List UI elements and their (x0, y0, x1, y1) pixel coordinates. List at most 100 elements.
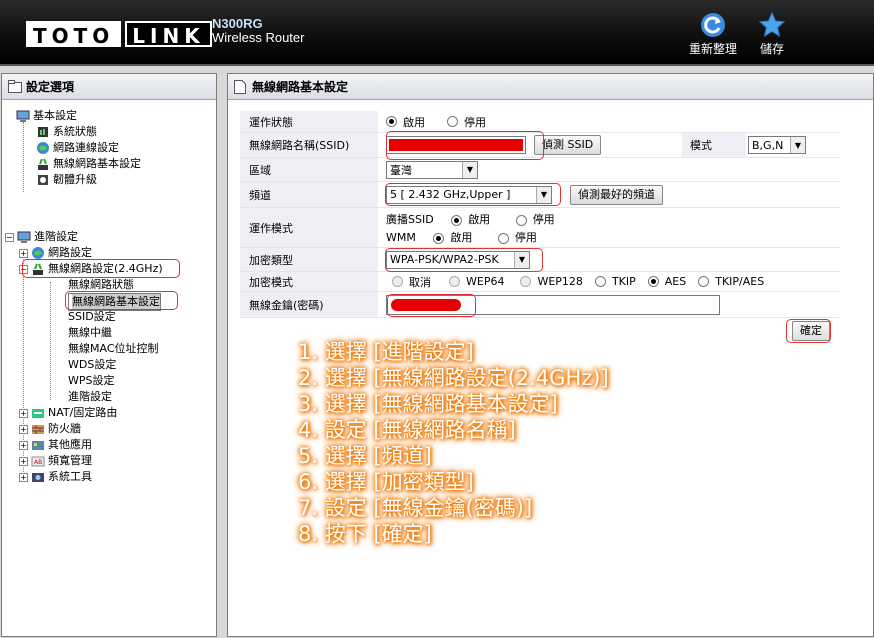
confirm-button[interactable]: 確定 (792, 321, 830, 341)
enc-wep128-radio[interactable] (520, 276, 532, 287)
settings-menu-title: 設定選項 (2, 74, 216, 100)
tree-item-wireless-status[interactable]: 無線網路狀態 (68, 277, 134, 293)
tree-item-other-apps[interactable]: + 其他應用 (19, 437, 92, 453)
channel-label: 頻道 (240, 182, 378, 207)
wmm-enable-radio[interactable] (433, 232, 445, 244)
region-select[interactable]: 臺灣 ▼ (386, 160, 478, 179)
globe-icon (32, 247, 44, 259)
chevron-down-icon: ▼ (462, 161, 477, 178)
status-icon (38, 127, 48, 137)
refresh-label: 重新整理 (688, 42, 737, 56)
channel-select[interactable]: 5 [ 2.432 GHz,Upper ] ▼ (386, 185, 552, 204)
expand-toggle-icon[interactable]: + (19, 440, 28, 450)
enc-type-controls: WPA-PSK/WPA2-PSK ▼ (386, 248, 530, 271)
tools-icon (32, 473, 44, 482)
instruction-step: 1. 選擇 [進階設定] (298, 340, 474, 364)
enc-cancel-radio[interactable] (392, 276, 403, 287)
tree-item-bandwidth[interactable]: + AB 頻寬管理 (19, 453, 92, 469)
detect-ssid-button[interactable]: 偵測 SSID (534, 135, 602, 155)
detect-best-channel-button[interactable]: 偵測最好的頻道 (570, 184, 663, 205)
tree-item-network-settings[interactable]: + 網路設定 (19, 245, 92, 261)
mode-label-cell: 模式 (682, 133, 746, 157)
tree-item-wireless-24ghz[interactable]: − 無線網路設定(2.4GHz) (19, 261, 163, 277)
wmm-disable-label: 停用 (514, 231, 537, 244)
tree-item-label: WDS設定 (68, 358, 117, 371)
tree-item-wds[interactable]: WDS設定 (68, 357, 116, 373)
row-region: 區域 臺灣 ▼ (240, 158, 840, 182)
chevron-down-icon: ▼ (536, 186, 551, 203)
expand-toggle-icon[interactable]: + (19, 408, 28, 418)
settings-menu-panel: 設定選項 基本設定 系統狀態 網路連線設定 無線網路基本設定 韌體升級 − 進階… (1, 73, 217, 637)
enc-type-select[interactable]: WPA-PSK/WPA2-PSK ▼ (386, 250, 530, 269)
tree-item-label: 無線網路基本設定 (72, 294, 160, 310)
refresh-button[interactable]: 重新整理 (684, 12, 742, 57)
op-mode-controls: 廣播SSID 啟用 停用 WMM 啟用 停用 (386, 211, 555, 247)
tree-item-label: 無線中繼 (68, 326, 112, 339)
key-input[interactable] (386, 294, 720, 315)
tree-item-label: 無線網路設定(2.4GHz) (48, 262, 163, 275)
wmm-enable-label: 啟用 (450, 231, 473, 244)
status-label: 運作狀態 (240, 111, 378, 132)
broadcast-enable-radio[interactable] (451, 214, 463, 226)
enc-tkip-radio[interactable] (594, 276, 606, 287)
tree-item-label: 防火牆 (48, 422, 81, 435)
instruction-step: 7. 設定 [無線金鑰(密碼)] (298, 496, 533, 520)
expand-toggle-icon[interactable]: + (19, 248, 28, 258)
expand-toggle-icon[interactable]: + (19, 424, 28, 434)
status-disable-label: 停用 (464, 115, 486, 129)
globe-icon (37, 142, 49, 154)
status-disable-radio[interactable] (447, 116, 458, 127)
tree-item-network-connection[interactable]: 網路連線設定 (36, 140, 119, 156)
collapse-toggle-icon[interactable]: − (19, 264, 28, 274)
enc-wep64-radio[interactable] (449, 276, 460, 287)
tree-item-label: 無線網路狀態 (68, 278, 134, 291)
bandwidth-icon: AB (31, 456, 45, 467)
mode-select[interactable]: B,G,N ▼ (748, 136, 806, 154)
tree-item-nat[interactable]: + NAT/固定路由 (19, 405, 117, 421)
model-subtitle: Wireless Router (212, 30, 305, 45)
instruction-step: 3. 選擇 [無線網路基本設定] (298, 392, 558, 416)
ssid-input[interactable] (386, 136, 526, 154)
mode-select-value: B,G,N (752, 138, 784, 152)
tree-item-system-status[interactable]: 系統狀態 (36, 124, 97, 140)
broadcast-disable-radio[interactable] (515, 214, 527, 226)
refresh-icon (701, 13, 725, 37)
brand-logo-left: TOTO (26, 21, 122, 48)
status-enable-radio[interactable] (386, 116, 397, 127)
row-channel: 頻道 5 [ 2.432 GHz,Upper ] ▼ 偵測最好的頻道 (240, 182, 840, 208)
enc-tkip-label: TKIP (611, 275, 636, 288)
wmm-disable-radio[interactable] (497, 232, 509, 244)
tree-item-basic[interactable]: 基本設定 (16, 108, 77, 124)
expand-toggle-icon[interactable]: + (19, 472, 28, 482)
tree-item-wireless-advanced[interactable]: 進階設定 (68, 389, 112, 405)
tree-item-ssid-settings[interactable]: SSID設定 (68, 309, 116, 325)
enc-tkipaes-radio[interactable] (698, 276, 710, 287)
tree-item-firmware-upgrade[interactable]: 韌體升級 (36, 172, 97, 188)
wireless-icon (33, 263, 43, 275)
tree-item-wireless-basic-quick[interactable]: 無線網路基本設定 (36, 156, 141, 172)
chevron-down-icon: ▼ (790, 137, 805, 153)
row-enc-type: 加密類型 WPA-PSK/WPA2-PSK ▼ (240, 248, 840, 272)
enc-type-select-value: WPA-PSK/WPA2-PSK (390, 253, 499, 266)
tree-item-mac-control[interactable]: 無線MAC位址控制 (68, 341, 159, 357)
tree-item-label: 網路設定 (48, 246, 92, 259)
tree-item-firewall[interactable]: + 防火牆 (19, 421, 81, 437)
tree-item-label: 系統狀態 (53, 125, 97, 138)
save-button[interactable]: 儲存 (752, 12, 792, 57)
tree-item-label: WPS設定 (68, 374, 115, 387)
key-controls (386, 292, 720, 317)
tree-item-wps[interactable]: WPS設定 (68, 373, 115, 389)
svg-text:AB: AB (34, 459, 42, 466)
chevron-down-icon: ▼ (514, 251, 529, 268)
tree-item-wireless-repeater[interactable]: 無線中繼 (68, 325, 112, 341)
tree-item-system-tools[interactable]: + 系統工具 (19, 469, 92, 485)
expand-toggle-icon[interactable]: + (19, 456, 28, 466)
instruction-step: 6. 選擇 [加密類型] (298, 470, 474, 494)
tree-item-advanced[interactable]: − 進階設定 (5, 229, 78, 245)
status-options: 啟用 停用 (386, 111, 486, 132)
enc-aes-radio[interactable] (647, 276, 659, 287)
collapse-toggle-icon[interactable]: − (5, 232, 14, 242)
enc-mode-label: 加密模式 (240, 272, 378, 291)
tree-item-label: 基本設定 (33, 109, 77, 122)
enc-tkipaes-label: TKIP/AES (715, 275, 765, 288)
